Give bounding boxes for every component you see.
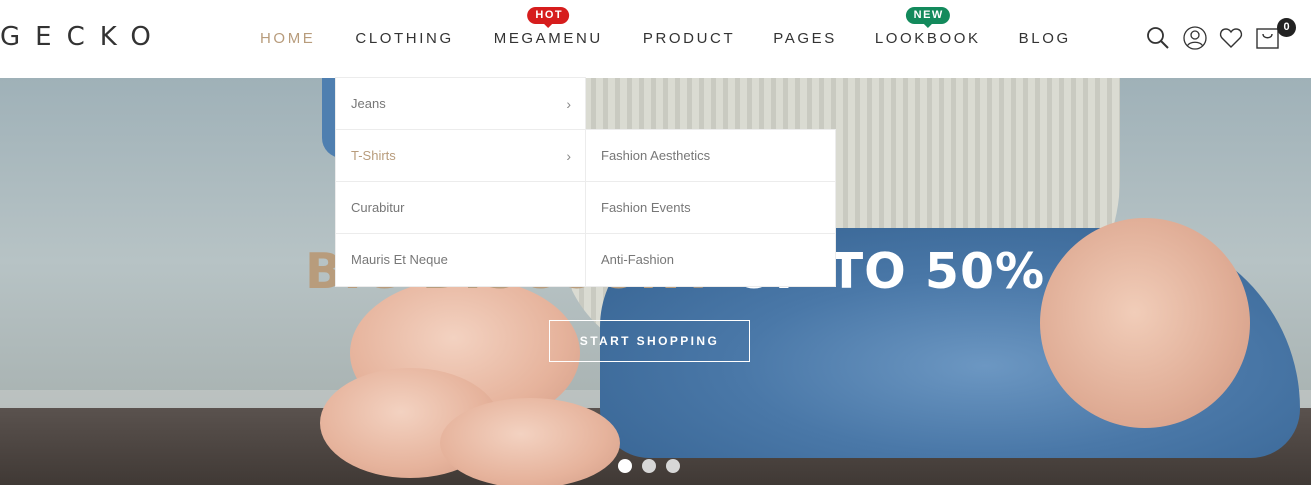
slider-dot[interactable] — [618, 459, 632, 473]
new-badge: NEW — [905, 7, 950, 28]
clothing-dropdown: Jeans › T-Shirts › Curabitur Mauris Et N… — [335, 77, 586, 287]
logo[interactable]: GECKO — [0, 22, 166, 52]
nav-item-home[interactable]: HOME — [260, 30, 315, 48]
menu-item-t-shirts[interactable]: T-Shirts › — [336, 130, 585, 182]
nav-item-label: LOOKBOOK — [874, 30, 981, 47]
heart-icon[interactable] — [1218, 25, 1244, 51]
nav-item-label: PAGES — [773, 30, 837, 47]
nav-item-megamenu[interactable]: MEGAMENU HOT — [493, 7, 603, 48]
site-header: GECKO HOME CLOTHING MEGAMENU HOT PRODUCT… — [0, 0, 1311, 78]
nav-item-label: CLOTHING — [355, 30, 454, 47]
foot-image — [440, 398, 620, 485]
submenu-item-label: Fashion Events — [601, 200, 691, 215]
menu-item-label: Mauris Et Neque — [351, 252, 448, 267]
menu-item-label: Curabitur — [351, 200, 405, 215]
nav-item-label: BLOG — [1018, 30, 1071, 47]
nav-item-pages[interactable]: PAGES — [773, 30, 837, 48]
chevron-right-icon: › — [566, 96, 571, 112]
nav-item-label: PRODUCT — [642, 30, 736, 47]
user-icon[interactable] — [1182, 25, 1208, 51]
menu-item-jeans[interactable]: Jeans › — [336, 78, 585, 130]
slider-dots — [618, 459, 690, 473]
menu-item-curabitur[interactable]: Curabitur — [336, 182, 585, 234]
menu-item-label: Jeans — [351, 96, 386, 111]
submenu-item-label: Anti-Fashion — [601, 252, 674, 267]
submenu-item-fashion-events[interactable]: Fashion Events — [586, 182, 835, 234]
hot-badge: HOT — [527, 7, 570, 28]
submenu-item-anti-fashion[interactable]: Anti-Fashion — [586, 234, 835, 286]
nav-item-clothing[interactable]: CLOTHING — [355, 30, 453, 48]
submenu-item-fashion-aesthetics[interactable]: Fashion Aesthetics — [586, 130, 835, 182]
slider-dot[interactable] — [666, 459, 680, 473]
menu-item-label: T-Shirts — [351, 148, 396, 163]
nav-item-label: HOME — [260, 30, 316, 47]
start-shopping-button[interactable]: START SHOPPING — [549, 320, 750, 362]
search-icon[interactable] — [1145, 25, 1171, 51]
nav-item-product[interactable]: PRODUCT — [643, 30, 735, 48]
nav-item-blog[interactable]: BLOG — [1019, 30, 1071, 48]
main-nav: HOME CLOTHING MEGAMENU HOT PRODUCT PAGES… — [260, 7, 1071, 48]
chevron-right-icon: › — [566, 148, 571, 164]
slider-dot[interactable] — [642, 459, 656, 473]
nav-item-lookbook[interactable]: LOOKBOOK NEW — [874, 7, 981, 48]
menu-item-mauris-et-neque[interactable]: Mauris Et Neque — [336, 234, 585, 286]
submenu-item-label: Fashion Aesthetics — [601, 148, 711, 163]
nav-item-label: MEGAMENU — [493, 30, 603, 47]
cart-count-badge: 0 — [1277, 18, 1296, 37]
t-shirts-submenu: Fashion Aesthetics Fashion Events Anti-F… — [585, 129, 836, 287]
knee-image — [1040, 218, 1250, 428]
